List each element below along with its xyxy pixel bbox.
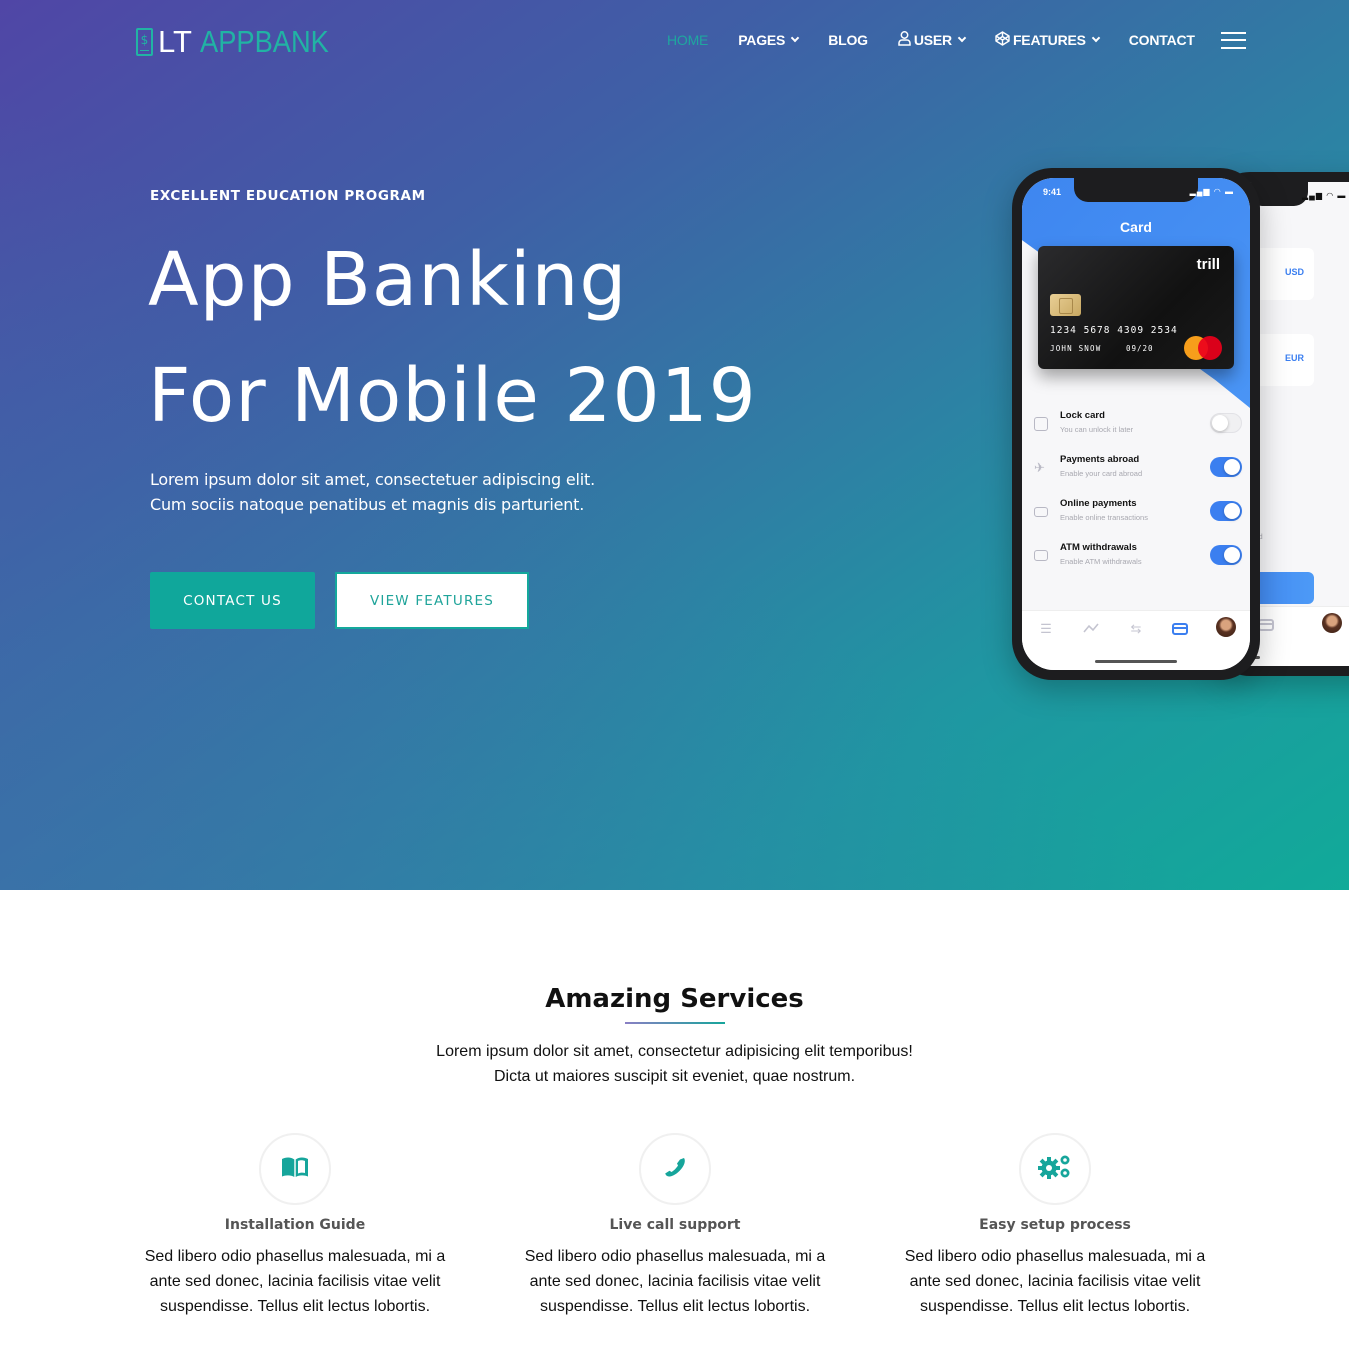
mobile-dollar-icon [136, 28, 153, 56]
service-title: Live call support [609, 1217, 741, 1233]
setting-atm-withdrawals: ATM withdrawals Enable ATM withdrawals [1032, 542, 1242, 576]
service-installation-guide: Installation Guide Sed libero odio phase… [115, 1133, 475, 1319]
nav-features-label: FEATURES [1012, 32, 1086, 48]
cogs-icon [1038, 1154, 1072, 1185]
chart-icon[interactable] [1081, 621, 1101, 637]
hamburger-icon[interactable] [1220, 31, 1246, 49]
setting-payments-abroad: ✈ Payments abroad Enable your card abroa… [1032, 454, 1242, 488]
mastercard-icon [1184, 336, 1222, 360]
setting-title: Online payments [1060, 498, 1137, 509]
logo-name: APPBANK [199, 24, 329, 59]
chevron-down-icon [1091, 33, 1101, 43]
service-title: Easy setup process [979, 1217, 1131, 1233]
service-text: Sed libero odio phasellus malesuada, mi … [904, 1248, 1206, 1315]
online-payments-toggle[interactable] [1210, 501, 1242, 521]
service-easy-setup-process: Easy setup process Sed libero odio phase… [875, 1133, 1235, 1319]
setting-title: Lock card [1060, 410, 1105, 421]
card-icon[interactable] [1172, 623, 1188, 635]
nav-pages-label: PAGES [738, 32, 786, 48]
tab-bar: ☰ ⇆ [1022, 610, 1250, 670]
book-open-icon [281, 1156, 309, 1183]
card-holder: JOHN SNOW [1050, 344, 1102, 353]
card-expiry: 09/20 [1126, 344, 1154, 353]
service-text: Sed libero odio phasellus malesuada, mi … [524, 1248, 826, 1315]
contact-us-button[interactable]: CONTACT US [150, 572, 315, 629]
service-icon-circle [639, 1133, 711, 1205]
status-time: 9:41 [1043, 187, 1062, 197]
status-icons: ▂▄▆ ◠ ▬ [1189, 187, 1234, 196]
atm-withdrawals-toggle[interactable] [1210, 545, 1242, 565]
screen-title: Card [1120, 219, 1152, 235]
nav-user[interactable]: USER [898, 29, 967, 51]
payments-abroad-toggle[interactable] [1210, 457, 1242, 477]
nav-features[interactable]: FEATURES [995, 29, 1101, 51]
monitor-icon [1034, 507, 1048, 517]
hero-eyebrow: EXCELLENT EDUCATION PROGRAM [150, 188, 426, 204]
credit-card: trill 1234 5678 4309 2534 JOHN SNOW 09/2… [1038, 246, 1234, 369]
currency-eur: EUR [1284, 353, 1304, 363]
service-title: Installation Guide [224, 1217, 366, 1233]
card-icon [1258, 619, 1274, 631]
setting-lock-card: Lock card You can unlock it later [1032, 410, 1242, 444]
nav-home[interactable]: HOME [667, 29, 708, 51]
nav-blog-label: BLOG [828, 32, 868, 48]
headline-line-1: App Banking [148, 237, 628, 323]
lock-card-toggle[interactable] [1210, 413, 1242, 433]
lede-line-1: Lorem ipsum dolor sit amet, consectetuer… [150, 470, 595, 489]
title-underline [625, 1022, 725, 1024]
lede-line-2: Cum sociis natoque penatibus et magnis d… [150, 495, 585, 514]
chip-icon [1050, 294, 1081, 316]
service-icon-circle [259, 1133, 331, 1205]
codepen-icon [995, 31, 1010, 49]
services-title: Amazing Services [545, 984, 804, 1014]
phone-icon [663, 1155, 687, 1184]
service-text: Sed libero odio phasellus malesuada, mi … [144, 1248, 446, 1315]
logo-prefix: LT [158, 24, 192, 59]
chevron-down-icon [957, 33, 967, 43]
atm-icon [1034, 550, 1048, 561]
setting-online-payments: Online payments Enable online transactio… [1032, 498, 1242, 532]
setting-subtitle: You can unlock it later [1060, 425, 1134, 434]
nav-contact[interactable]: CONTACT [1129, 29, 1195, 51]
services-subtitle: Lorem ipsum dolor sit amet, consectetur … [0, 1039, 1349, 1089]
card-number: 1234 5678 4309 2534 [1050, 325, 1178, 336]
menu-icon[interactable]: ☰ [1036, 621, 1056, 637]
user-icon [898, 31, 911, 49]
chevron-down-icon [790, 33, 800, 43]
setting-subtitle: Enable your card abroad [1060, 469, 1143, 478]
status-icons: ▂▄▆ ◠ ▬ [1302, 191, 1347, 200]
plane-icon: ✈ [1034, 460, 1045, 475]
service-icon-circle [1019, 1133, 1091, 1205]
view-features-button[interactable]: VIEW FEATURES [335, 572, 529, 629]
avatar [1322, 613, 1342, 633]
services-subtitle-line-1: Lorem ipsum dolor sit amet, consectetur … [436, 1043, 913, 1060]
phone-mockup-front: 9:41 ▂▄▆ ◠ ▬ Card trill 1234 5678 4309 2… [1012, 168, 1260, 680]
setting-title: Payments abroad [1060, 454, 1140, 465]
hero-lede: Lorem ipsum dolor sit amet, consectetuer… [150, 467, 595, 517]
setting-subtitle: Enable online transactions [1060, 513, 1148, 522]
nav-contact-label: CONTACT [1128, 32, 1195, 48]
setting-subtitle: Enable ATM withdrawals [1060, 557, 1142, 566]
nav-home-label: HOME [667, 32, 709, 48]
hero-headline: App Banking For Mobile 2019 [148, 222, 757, 454]
card-brand: trill [1196, 256, 1220, 273]
nav-user-label: USER [913, 32, 952, 48]
hero-section: LT APPBANK HOME PAGES BLOG USER FEATURES… [0, 0, 1349, 890]
lock-icon [1034, 417, 1048, 431]
currency-usd: USD [1284, 267, 1304, 277]
nav-pages[interactable]: PAGES [738, 29, 800, 51]
setting-title: ATM withdrawals [1060, 542, 1137, 553]
service-live-call-support: Live call support Sed libero odio phasel… [495, 1133, 855, 1319]
logo[interactable]: LT APPBANK [136, 24, 346, 59]
avatar[interactable] [1216, 617, 1236, 637]
main-nav: HOME PAGES BLOG USER FEATURES CONTACT [667, 29, 1246, 51]
transfer-icon[interactable]: ⇆ [1126, 621, 1146, 637]
headline-line-2: For Mobile 2019 [148, 353, 757, 439]
services-subtitle-line-2: Dicta ut maiores suscipit sit eveniet, q… [493, 1068, 856, 1085]
nav-blog[interactable]: BLOG [828, 29, 868, 51]
